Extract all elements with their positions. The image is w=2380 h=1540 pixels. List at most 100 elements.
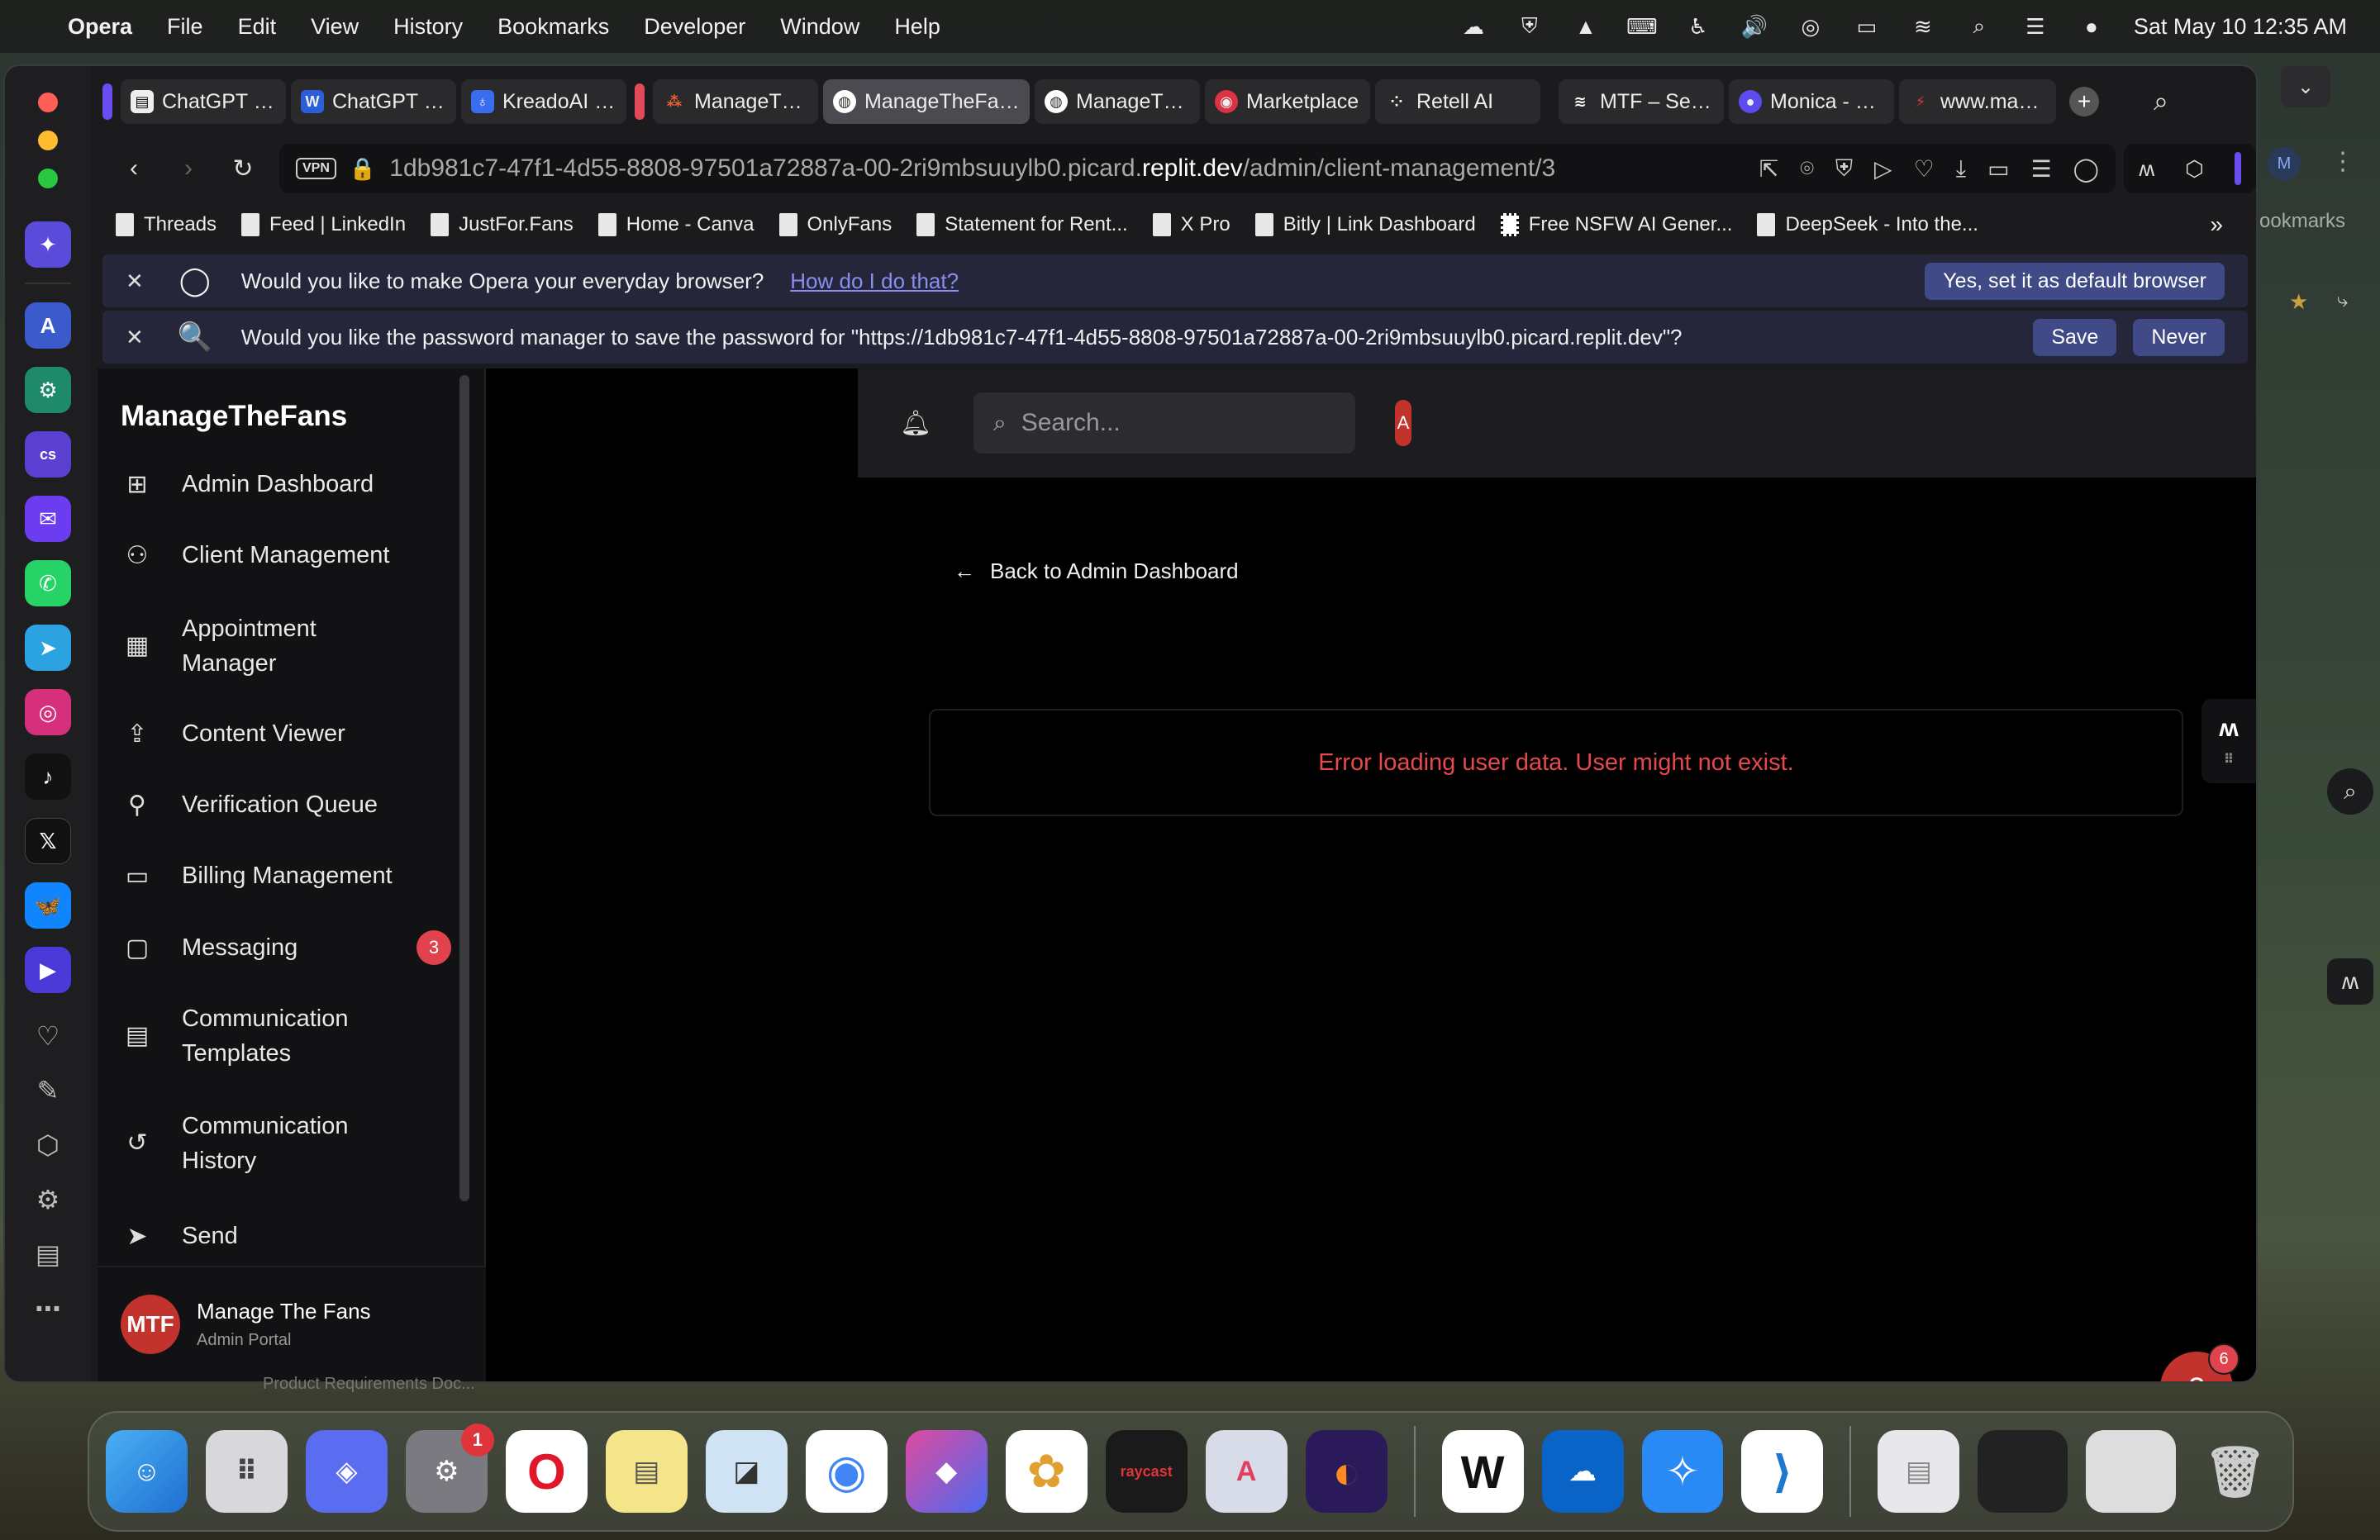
documents-folder-icon[interactable]: ▤	[1878, 1430, 1960, 1513]
player-icon[interactable]: ▶	[25, 947, 71, 993]
star-icon[interactable]: ★	[2289, 289, 2308, 315]
new-tab-button[interactable]: +	[2069, 87, 2099, 116]
tab-managethefans-1[interactable]: ⁂ ManageTheF	[653, 79, 818, 124]
keyboard-icon[interactable]: ⌨	[1626, 14, 1658, 39]
wifi-icon[interactable]: ≋	[1909, 14, 1937, 39]
zoom-search-icon[interactable]: ⌕	[2327, 768, 2373, 815]
camera-icon[interactable]: ⌾	[1800, 155, 1814, 183]
nav-admin-dashboard[interactable]: ⊞ Admin Dashboard	[121, 468, 451, 501]
never-save-button[interactable]: Never	[2133, 318, 2225, 356]
safari-icon[interactable]: ✧	[1641, 1430, 1724, 1513]
cube-icon[interactable]: ⬡	[2185, 156, 2204, 182]
system-settings-icon[interactable]: ⚙ 1	[405, 1424, 494, 1513]
bookmark-onlyfans[interactable]: OnlyFans	[778, 213, 892, 236]
close-icon[interactable]: ✕	[126, 269, 144, 294]
instagram-icon[interactable]: ◎	[25, 689, 71, 735]
tab-managethefans-portal[interactable]: ◍ ManageTheFans Porta	[823, 79, 1030, 124]
mtf-extension-icon[interactable]: ʍ	[2327, 958, 2373, 1005]
battery-icon[interactable]: ▭	[1853, 14, 1881, 39]
menu-developer[interactable]: Developer	[644, 14, 745, 40]
nav-send[interactable]: ➤ Send	[121, 1219, 451, 1252]
raycast-icon[interactable]: raycast	[1105, 1430, 1188, 1513]
tab-mtf-settings[interactable]: ≋ MTF – Settin	[1559, 79, 1724, 124]
opera-icon[interactable]: O	[505, 1430, 588, 1513]
nav-communication-templates[interactable]: ▤ Communication Templates	[121, 1001, 451, 1071]
menu-view[interactable]: View	[311, 14, 359, 40]
siri-icon[interactable]: ●	[2078, 14, 2106, 39]
affinity-icon[interactable]: A	[1205, 1430, 1288, 1513]
nav-messaging[interactable]: ▢ Messaging 3	[121, 930, 451, 965]
nav-appointment-manager[interactable]: ▦ Appointment Manager	[121, 611, 451, 681]
edit-icon[interactable]: ✎	[30, 1072, 66, 1109]
set-default-button[interactable]: Yes, set it as default browser	[1925, 262, 2225, 300]
menu-help[interactable]: Help	[894, 14, 940, 40]
bookmark-justforfans[interactable]: JustFor.Fans	[431, 213, 574, 236]
trash-icon[interactable]: 🗑	[2194, 1430, 2276, 1513]
url-text[interactable]: 1db981c7-47f1-4d55-8808-97501a72887a-00-…	[389, 154, 1555, 183]
close-window-button[interactable]	[38, 93, 58, 112]
chatgpt-icon[interactable]: ⚙	[25, 367, 71, 413]
how-to-link[interactable]: How do I do that?	[790, 269, 959, 294]
chrome-icon[interactable]: ◉	[805, 1430, 888, 1513]
shield-icon[interactable]: ⛨	[1516, 13, 1544, 39]
url-field[interactable]: VPN 🔒 1db981c7-47f1-4d55-8808-97501a7288…	[279, 144, 2116, 193]
tab-search-icon[interactable]: ⌕	[2154, 86, 2168, 117]
nav-client-management[interactable]: ⚇ Client Management	[121, 539, 451, 572]
whatsapp-icon[interactable]: ✆	[25, 560, 71, 606]
nav-billing-management[interactable]: ▭ Billing Management	[121, 859, 451, 892]
opera-workspace-icon[interactable]: ✦	[25, 221, 71, 268]
nav-content-viewer[interactable]: ⇪ Content Viewer	[121, 717, 451, 750]
notes-icon[interactable]: ▤	[605, 1430, 688, 1513]
back-to-dashboard-link[interactable]: ← Back to Admin Dashboard	[954, 558, 1239, 584]
bookmark-nsfw-ai[interactable]: Free NSFW AI Gener...	[1500, 213, 1732, 236]
bookmark-linkedin[interactable]: Feed | LinkedIn	[241, 213, 406, 236]
control-center-icon[interactable]: ☰	[2021, 14, 2049, 39]
search-input[interactable]	[1021, 409, 1319, 437]
cs-icon[interactable]: cs	[25, 431, 71, 478]
bell-icon[interactable]: 🔔︎	[899, 406, 932, 440]
menu-app-name[interactable]: Opera	[68, 14, 132, 40]
accessibility-icon[interactable]: ♿	[1684, 14, 1712, 39]
launchpad-icon[interactable]: ⠿	[205, 1430, 288, 1513]
mtf-extension-icon[interactable]: ʍ	[2139, 156, 2154, 182]
easy-setup-icon[interactable]: ☰	[2031, 155, 2052, 183]
nav-communication-history[interactable]: ↺ Communication History	[121, 1109, 451, 1178]
aria-icon[interactable]: A	[25, 302, 71, 349]
airdrop-icon[interactable]: ◎	[1797, 14, 1825, 39]
chevron-down-icon[interactable]: ⌄	[2281, 66, 2330, 107]
menubar-clock[interactable]: Sat May 10 12:35 AM	[2134, 14, 2347, 40]
battery-icon[interactable]: ▭	[1987, 155, 2009, 183]
adblock-icon[interactable]: ⛨	[1835, 155, 1853, 183]
nav-verification-queue[interactable]: ⚲ Verification Queue	[121, 788, 451, 821]
telegram-icon[interactable]: ➤	[25, 625, 71, 671]
tab-www-manag[interactable]: ⚡ www.manag	[1899, 79, 2056, 124]
tiktok-icon[interactable]: ♪	[25, 753, 71, 800]
share-icon[interactable]: ⇱	[1759, 155, 1778, 183]
bookmarks-overflow-icon[interactable]: »	[2210, 212, 2223, 238]
shortcuts-icon[interactable]: ◆	[905, 1430, 988, 1513]
bookmark-xpro[interactable]: X Pro	[1152, 213, 1230, 236]
settings-icon[interactable]: ⚙	[30, 1181, 66, 1218]
menu-bookmarks[interactable]: Bookmarks	[497, 14, 609, 40]
bookmark-threads[interactable]: Threads	[116, 213, 217, 236]
cloud-icon[interactable]: ☁	[1459, 14, 1488, 39]
tab-kreado[interactable]: ♁ KreadoAI - D	[461, 79, 626, 124]
menu-edit[interactable]: Edit	[238, 14, 277, 40]
bookmark-deepseek[interactable]: DeepSeek - Into the...	[1757, 213, 1978, 236]
onedrive-icon[interactable]: ☁	[1541, 1430, 1624, 1513]
x-icon[interactable]: 𝕏	[25, 818, 71, 864]
heart-icon[interactable]: ♡	[1914, 155, 1935, 183]
bluesky-icon[interactable]: 🦋	[25, 882, 71, 929]
writer-icon[interactable]: W	[1441, 1430, 1524, 1513]
tab-chatgpt-2[interactable]: W ChatGPT Pro	[291, 79, 456, 124]
zoom-window-button[interactable]	[38, 169, 58, 188]
cube-icon[interactable]: ⬡	[30, 1127, 66, 1163]
forward-icon[interactable]: ›	[170, 150, 207, 187]
vpn-badge[interactable]: VPN	[296, 158, 336, 179]
account-panel[interactable]: MTF Manage The Fans Admin Portal	[98, 1266, 486, 1381]
menu-window[interactable]: Window	[780, 14, 859, 40]
volume-icon[interactable]: 🔊	[1740, 14, 1768, 39]
minimize-window-button[interactable]	[38, 131, 58, 150]
user-avatar[interactable]: A	[1395, 400, 1411, 446]
vscode-icon[interactable]: ⟩	[1741, 1430, 1824, 1513]
